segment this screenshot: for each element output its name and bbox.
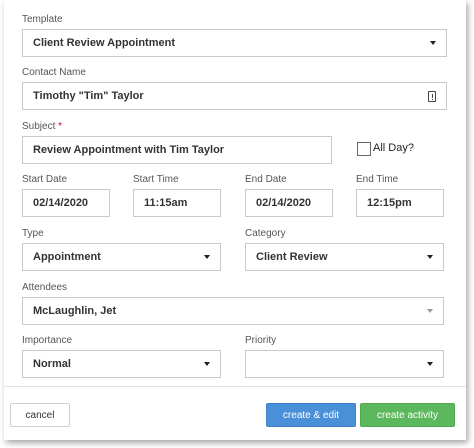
subject-label: Subject *: [22, 121, 62, 132]
chevron-down-icon: [427, 362, 433, 366]
attendees-value: McLaughlin, Jet: [33, 305, 117, 317]
chevron-down-icon: [204, 362, 210, 366]
attendees-select[interactable]: McLaughlin, Jet: [22, 297, 444, 325]
subject-input[interactable]: Review Appointment with Tim Taylor: [22, 136, 332, 164]
contact-card-icon[interactable]: [428, 90, 436, 102]
chevron-down-icon: [204, 255, 210, 259]
end-time-label: End Time: [356, 174, 399, 185]
category-select[interactable]: Client Review: [245, 243, 444, 271]
contact-name-value: Timothy "Tim" Taylor: [33, 90, 144, 102]
importance-value: Normal: [33, 358, 71, 370]
footer-divider: [4, 386, 466, 387]
subject-value: Review Appointment with Tim Taylor: [33, 144, 225, 156]
cancel-button[interactable]: cancel: [10, 403, 70, 427]
type-select[interactable]: Appointment: [22, 243, 221, 271]
chevron-down-icon: [430, 41, 436, 45]
template-select[interactable]: Client Review Appointment: [22, 29, 447, 57]
end-time-input[interactable]: 12:15pm: [356, 189, 444, 217]
priority-label: Priority: [245, 335, 277, 346]
start-time-label: Start Time: [133, 174, 179, 185]
end-date-label: End Date: [245, 174, 287, 185]
priority-select[interactable]: [245, 350, 444, 378]
start-date-value: 02/14/2020: [33, 197, 89, 209]
start-time-value: 11:15am: [144, 197, 188, 209]
category-label: Category: [245, 228, 286, 239]
subject-label-text: Subject: [22, 121, 56, 132]
all-day-checkbox[interactable]: [357, 142, 371, 156]
chevron-down-icon: [427, 255, 433, 259]
end-date-value: 02/14/2020: [256, 197, 312, 209]
start-time-input[interactable]: 11:15am: [133, 189, 221, 217]
start-date-label: Start Date: [22, 174, 68, 185]
category-value: Client Review: [256, 251, 328, 263]
type-label: Type: [22, 228, 44, 239]
required-marker: *: [58, 121, 63, 132]
contact-name-label: Contact Name: [22, 67, 86, 78]
create-and-edit-button[interactable]: create & edit: [266, 403, 356, 427]
template-value: Client Review Appointment: [33, 37, 175, 49]
new-activity-dialog: Template Client Review Appointment Conta…: [4, 0, 466, 440]
create-activity-button[interactable]: create activity: [360, 403, 455, 427]
start-date-input[interactable]: 02/14/2020: [22, 189, 110, 217]
contact-name-field[interactable]: Timothy "Tim" Taylor: [22, 82, 447, 110]
attendees-label: Attendees: [22, 282, 68, 293]
chevron-down-icon: [427, 309, 433, 313]
template-label: Template: [22, 14, 63, 25]
type-value: Appointment: [33, 251, 101, 263]
all-day-label[interactable]: All Day?: [373, 142, 414, 154]
end-time-value: 12:15pm: [367, 197, 412, 209]
importance-select[interactable]: Normal: [22, 350, 221, 378]
importance-label: Importance: [22, 335, 73, 346]
end-date-input[interactable]: 02/14/2020: [245, 189, 333, 217]
